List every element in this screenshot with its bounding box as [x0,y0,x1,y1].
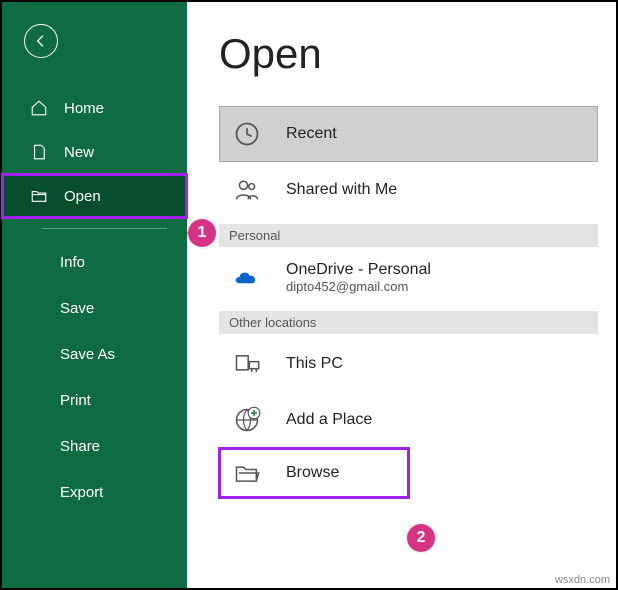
option-browse[interactable]: Browse [219,448,409,498]
this-pc-icon [230,347,264,381]
nav-save-as[interactable]: Save As [2,331,187,377]
nav-share[interactable]: Share [2,423,187,469]
home-icon [30,99,48,117]
option-label: OneDrive - Personal [286,261,431,279]
annotation-callout-1: 1 [188,219,216,247]
option-label: Shared with Me [286,181,397,199]
nav-label: Print [60,392,91,409]
nav-print[interactable]: Print [2,377,187,423]
back-button[interactable] [24,24,58,58]
new-icon [30,143,48,161]
open-folder-icon [30,187,48,205]
option-this-pc[interactable]: This PC [219,336,598,392]
section-header-other: Other locations [219,311,598,334]
option-label: Add a Place [286,411,372,429]
nav-label: New [64,144,94,161]
backstage-sidebar: Home New Open Info Save Save As Print Sh… [2,2,187,588]
arrow-left-icon [33,33,49,49]
nav-save[interactable]: Save [2,285,187,331]
nav-label: Open [64,188,101,205]
option-add-a-place[interactable]: Add a Place [219,392,598,448]
nav-home[interactable]: Home [2,86,187,130]
open-locations-list: Recent Shared with Me Personal OneDrive … [219,106,616,498]
watermark: wsxdn.com [555,574,610,586]
option-recent[interactable]: Recent [219,106,598,162]
nav-label: Save As [60,346,115,363]
add-place-icon [230,403,264,437]
recent-icon [230,117,264,151]
onedrive-icon [230,260,264,294]
shared-icon [230,173,264,207]
section-header-personal: Personal [219,224,598,247]
nav-label: Share [60,438,100,455]
option-shared-with-me[interactable]: Shared with Me [219,162,598,218]
option-label: Recent [286,125,337,143]
nav-open[interactable]: Open [2,174,187,218]
browse-folder-icon [230,456,264,490]
nav-new[interactable]: New [2,130,187,174]
nav-label: Info [60,254,85,271]
option-sublabel: dipto452@gmail.com [286,279,431,294]
main-panel: Open Recent Shared with Me Personal [187,2,616,588]
annotation-callout-2: 2 [407,524,435,552]
option-label: Browse [286,464,339,482]
option-onedrive-personal[interactable]: OneDrive - Personal dipto452@gmail.com [219,249,598,305]
nav-label: Export [60,484,103,501]
nav-separator [42,228,167,229]
nav-label: Home [64,100,104,117]
nav-label: Save [60,300,94,317]
page-title: Open [219,30,616,78]
nav-export[interactable]: Export [2,469,187,515]
nav-info[interactable]: Info [2,239,187,285]
option-label: This PC [286,355,343,373]
